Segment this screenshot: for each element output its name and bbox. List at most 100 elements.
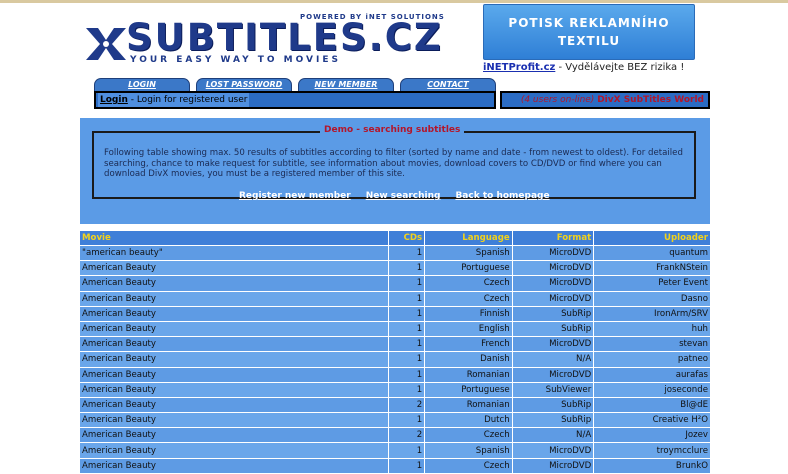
cell-cds: 1 xyxy=(388,367,426,383)
cell-format: MicroDVD xyxy=(512,336,595,353)
table-row[interactable]: American Beauty 1 Danish N/A patneo xyxy=(80,351,710,368)
cell-movie[interactable]: American Beauty xyxy=(80,367,389,383)
cell-cds: 1 xyxy=(388,260,426,277)
cell-language: Czech xyxy=(424,427,513,444)
cell-language: French xyxy=(424,336,513,353)
cell-movie[interactable]: American Beauty xyxy=(80,321,389,338)
demo-panel: Demo - searching subtitles Following tab… xyxy=(80,118,710,224)
cell-language: Czech xyxy=(424,291,513,307)
cell-uploader: Jozev xyxy=(593,427,710,444)
cell-language: Portuguese xyxy=(424,260,513,277)
cell-movie[interactable]: American Beauty xyxy=(80,412,389,429)
login-bar-inner: Login - Login for registered user xyxy=(98,93,250,107)
register-link[interactable]: Register new member xyxy=(239,191,351,201)
back-to-homepage-link[interactable]: Back to homepage xyxy=(455,191,549,201)
login-bar: Login - Login for registered user xyxy=(94,91,496,109)
cell-movie[interactable]: "american beauty" xyxy=(80,245,389,262)
table-row[interactable]: "american beauty" 1 Spanish MicroDVD quantum xyxy=(80,245,710,262)
tab-lost-password[interactable]: LOST PASSWORD xyxy=(196,78,292,91)
tab-contact[interactable]: CONTACT xyxy=(400,78,496,91)
cell-movie[interactable]: American Beauty xyxy=(80,458,389,474)
promo-line: iNETProfit.cz - Vydělávejte BEZ rizika ! xyxy=(483,62,684,73)
tab-login[interactable]: LOGIN xyxy=(94,78,190,91)
cell-movie[interactable]: American Beauty xyxy=(80,442,389,459)
cell-cds: 1 xyxy=(388,412,426,429)
cell-uploader: Dasno xyxy=(593,291,710,307)
cell-uploader: quantum xyxy=(593,245,710,262)
results-table: Movie CDs Language Format Uploader "amer… xyxy=(80,231,710,474)
site-logo[interactable]: POWERED BY iNET SOLUTIONS SUBTITLES.CZ Y… xyxy=(84,12,464,68)
cell-cds: 2 xyxy=(388,397,426,414)
cell-cds: 1 xyxy=(388,321,426,338)
cell-movie[interactable]: American Beauty xyxy=(80,382,389,398)
column-header-language[interactable]: Language xyxy=(424,231,513,246)
table-row[interactable]: American Beauty 1 Czech MicroDVD BrunkO xyxy=(80,458,710,474)
cell-uploader: FrankNStein xyxy=(593,260,710,277)
new-searching-link[interactable]: New searching xyxy=(366,191,441,201)
table-row[interactable]: American Beauty 1 Portuguese MicroDVD FrankN… xyxy=(80,260,710,277)
cell-uploader: patneo xyxy=(593,351,710,368)
table-row[interactable]: American Beauty 1 Spanish MicroDVD troymcclu… xyxy=(80,442,710,459)
table-row[interactable]: American Beauty 1 French MicroDVD stevan xyxy=(80,336,710,353)
column-header-cds[interactable]: CDs xyxy=(388,231,426,246)
cell-format: MicroDVD xyxy=(512,291,595,307)
table-row[interactable]: American Beauty 1 Czech MicroDVD Dasno xyxy=(80,291,710,307)
demo-links: Register new member New searching Back t… xyxy=(239,191,550,201)
cell-uploader: huh xyxy=(593,321,710,338)
tab-new-member[interactable]: NEW MEMBER xyxy=(298,78,394,91)
cell-uploader: Bl@dE xyxy=(593,397,710,414)
cell-language: Spanish xyxy=(424,245,513,262)
table-row[interactable]: American Beauty 2 Romanian SubRip Bl@dE xyxy=(80,397,710,414)
cell-movie[interactable]: American Beauty xyxy=(80,260,389,277)
cell-format: SubRip xyxy=(512,306,595,322)
brand-name: SUBTITLES.CZ xyxy=(126,16,443,59)
cell-movie[interactable]: American Beauty xyxy=(80,397,389,414)
cell-cds: 1 xyxy=(388,336,426,353)
cell-language: Romanian xyxy=(424,367,513,383)
cell-format: SubRip xyxy=(512,412,595,429)
cell-cds: 1 xyxy=(388,291,426,307)
cell-uploader: BrunkO xyxy=(593,458,710,474)
table-row[interactable]: American Beauty 1 Dutch SubRip Creative H²O xyxy=(80,412,710,429)
table-row[interactable]: American Beauty 1 Romanian MicroDVD aurafas xyxy=(80,367,710,383)
cell-uploader: troymcclure xyxy=(593,442,710,459)
demo-description: Following table showing max. 50 results … xyxy=(104,148,683,179)
table-row[interactable]: American Beauty 1 Portuguese SubViewer josec… xyxy=(80,382,710,398)
cell-uploader: stevan xyxy=(593,336,710,353)
cell-movie[interactable]: American Beauty xyxy=(80,351,389,368)
cell-cds: 1 xyxy=(388,442,426,459)
promo-link[interactable]: iNETProfit.cz xyxy=(483,62,555,73)
column-header-uploader[interactable]: Uploader xyxy=(593,231,710,246)
tagline: YOUR EASY WAY TO MOVIES xyxy=(130,55,341,65)
cell-language: Finnish xyxy=(424,306,513,322)
cell-movie[interactable]: American Beauty xyxy=(80,427,389,444)
table-row[interactable]: American Beauty 1 English SubRip huh xyxy=(80,321,710,338)
cell-language: Czech xyxy=(424,275,513,292)
cell-movie[interactable]: American Beauty xyxy=(80,336,389,353)
cell-uploader: aurafas xyxy=(593,367,710,383)
cell-movie[interactable]: American Beauty xyxy=(80,306,389,322)
cell-movie[interactable]: American Beauty xyxy=(80,291,389,307)
cell-movie[interactable]: American Beauty xyxy=(80,275,389,292)
nav-tabs: LOGIN LOST PASSWORD NEW MEMBER CONTACT xyxy=(94,78,502,92)
login-label[interactable]: Login xyxy=(100,95,128,105)
cell-cds: 1 xyxy=(388,275,426,292)
column-header-movie[interactable]: Movie xyxy=(80,231,389,246)
cell-language: Czech xyxy=(424,458,513,474)
cell-format: MicroDVD xyxy=(512,458,595,474)
cell-format: SubViewer xyxy=(512,382,595,398)
cell-cds: 1 xyxy=(388,458,426,474)
cell-format: N/A xyxy=(512,427,595,444)
column-header-format[interactable]: Format xyxy=(512,231,595,246)
table-row[interactable]: American Beauty 2 Czech N/A Jozev xyxy=(80,427,710,444)
table-row[interactable]: American Beauty 1 Czech MicroDVD Peter Event xyxy=(80,275,710,292)
table-header-row: Movie CDs Language Format Uploader xyxy=(80,231,710,246)
cell-format: MicroDVD xyxy=(512,275,595,292)
cell-format: N/A xyxy=(512,351,595,368)
ad-banner[interactable]: POTISK REKLAMNÍHO TEXTILU xyxy=(483,4,695,60)
cell-cds: 1 xyxy=(388,382,426,398)
table-body: "american beauty" 1 Spanish MicroDVD quantum… xyxy=(80,245,710,474)
demo-title: Demo - searching subtitles xyxy=(320,125,465,135)
cell-language: Spanish xyxy=(424,442,513,459)
table-row[interactable]: American Beauty 1 Finnish SubRip IronArm/SRV xyxy=(80,306,710,322)
